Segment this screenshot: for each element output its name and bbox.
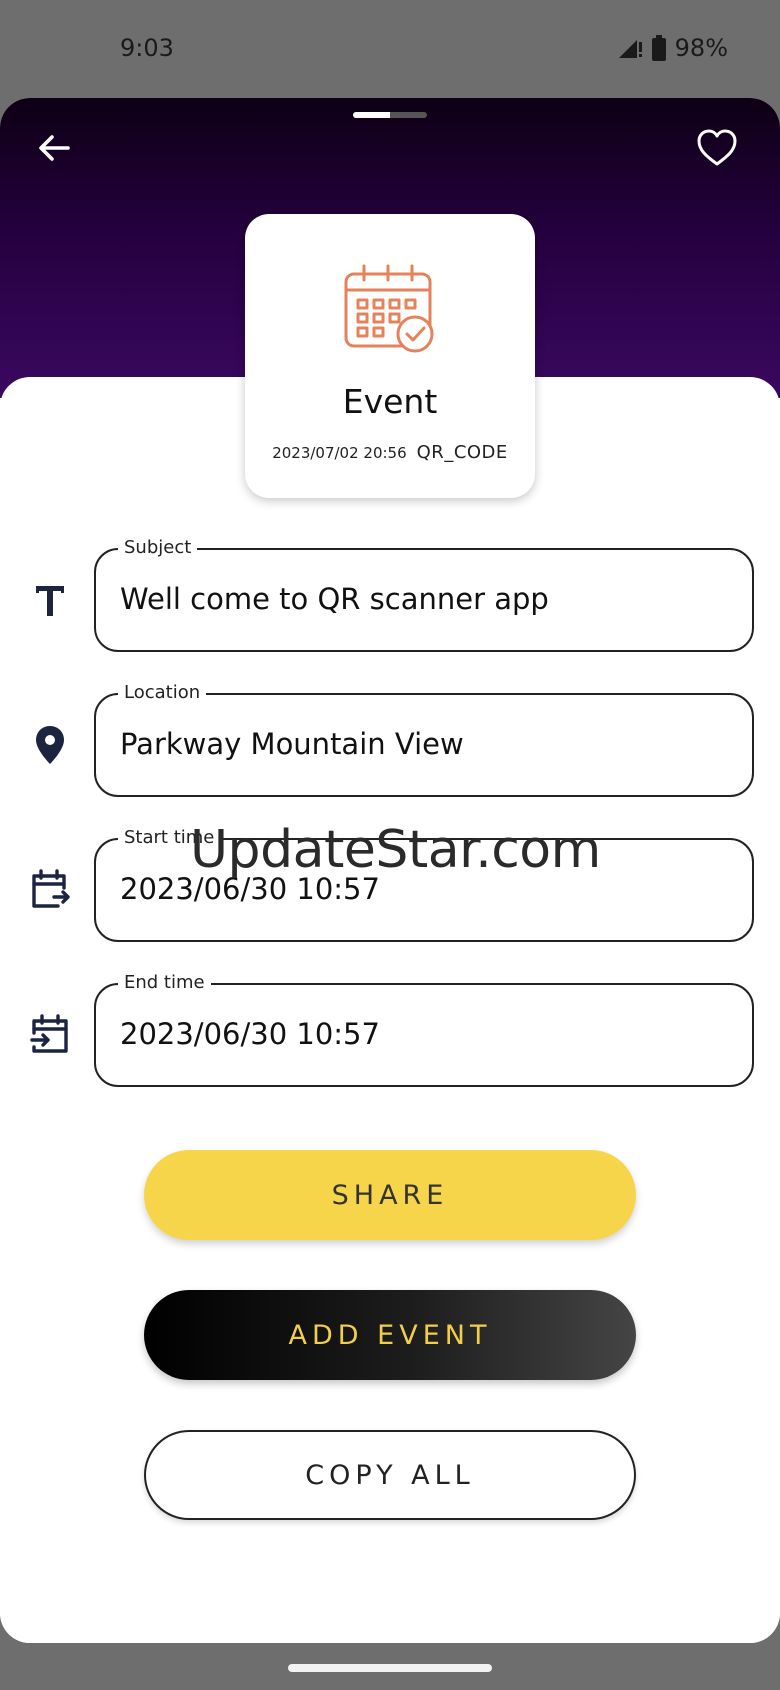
- text-icon: [36, 586, 64, 616]
- status-time: 9:03: [120, 34, 174, 62]
- heart-icon[interactable]: [696, 128, 738, 168]
- status-icons: 98%: [617, 34, 728, 62]
- qr-type-title: Event: [342, 382, 438, 421]
- battery-percent: 98%: [674, 34, 728, 62]
- calendar-check-icon: [344, 264, 434, 353]
- subject-label: Subject: [118, 537, 198, 559]
- battery-icon: [651, 35, 666, 61]
- subject-field[interactable]: Subject Well come to QR scanner app: [94, 537, 754, 652]
- home-indicator[interactable]: [288, 1664, 492, 1672]
- sheet-handle-active: [353, 112, 390, 118]
- copy-all-button[interactable]: COPY ALL: [144, 1430, 636, 1520]
- share-button[interactable]: SHARE: [144, 1150, 636, 1240]
- end-time-field[interactable]: End time 2023/06/30 10:57: [94, 972, 754, 1087]
- calendar-import-icon: [30, 1014, 68, 1053]
- add-event-button[interactable]: ADD EVENT: [144, 1290, 636, 1380]
- qr-type-card: Event 2023/07/02 20:56 QR_CODE: [245, 214, 535, 498]
- signal-icon: [618, 40, 642, 58]
- location-row: Location Parkway Mountain View: [0, 682, 780, 803]
- qr-meta: 2023/07/02 20:56 QR_CODE: [245, 442, 535, 463]
- back-arrow-icon[interactable]: [34, 128, 74, 168]
- sheet-handle[interactable]: [353, 112, 427, 118]
- scan-date: 2023/07/02 20:56: [272, 444, 407, 462]
- end-time-value[interactable]: 2023/06/30 10:57: [120, 1017, 380, 1051]
- status-bar: 9:03 98%: [0, 0, 780, 100]
- end-time-label: End time: [118, 972, 211, 994]
- location-field[interactable]: Location Parkway Mountain View: [94, 682, 754, 797]
- subject-value[interactable]: Well come to QR scanner app: [120, 582, 549, 616]
- location-label: Location: [118, 682, 207, 704]
- watermark: UpdateStar.com: [190, 820, 601, 880]
- location-value[interactable]: Parkway Mountain View: [120, 727, 464, 761]
- calendar-export-icon: [32, 869, 70, 908]
- end-time-row: End time 2023/06/30 10:57: [0, 972, 780, 1093]
- subject-row: Subject Well come to QR scanner app: [0, 537, 780, 658]
- code-format: QR_CODE: [416, 442, 508, 463]
- location-pin-icon: [36, 726, 64, 764]
